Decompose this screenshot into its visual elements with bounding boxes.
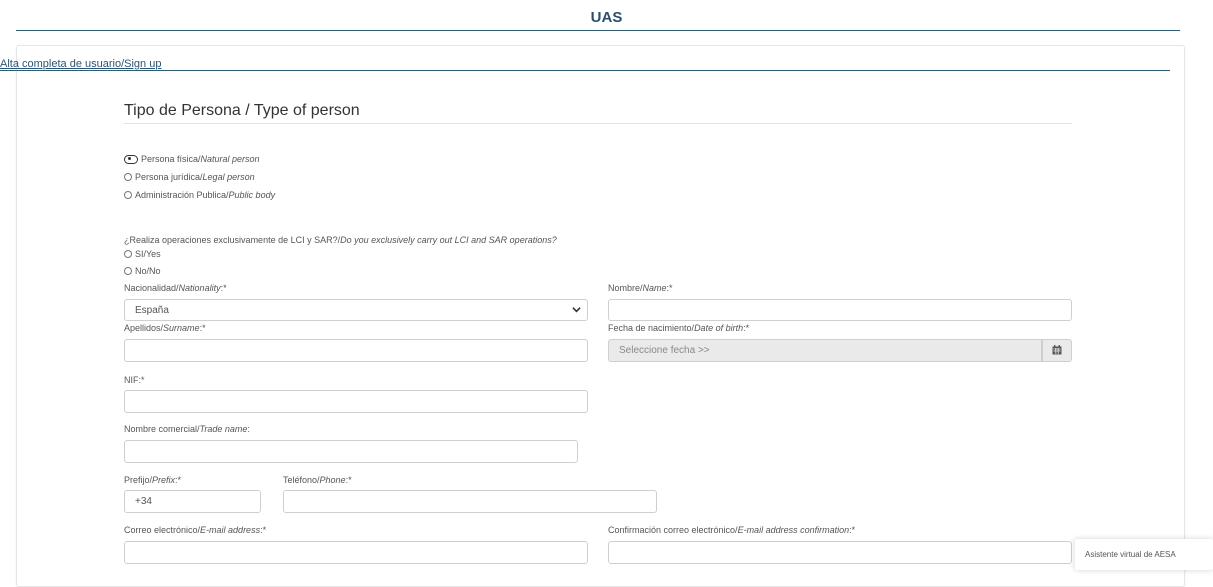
trade-name-field[interactable] bbox=[124, 440, 578, 463]
prefix-label: Prefijo/Prefix:* bbox=[124, 475, 182, 485]
email-field[interactable] bbox=[124, 541, 588, 564]
radio-public-body[interactable]: Administración Publica/Public body bbox=[124, 190, 275, 200]
radio-label-en: Legal person bbox=[202, 172, 255, 182]
radio-legal-person[interactable]: Persona jurídica/Legal person bbox=[124, 172, 255, 182]
radio-icon bbox=[124, 267, 132, 275]
calendar-icon bbox=[1052, 342, 1062, 360]
section-title: Tipo de Persona / Type of person bbox=[124, 102, 360, 119]
radio-icon bbox=[124, 250, 132, 258]
radio-label: SI/Yes bbox=[135, 249, 161, 259]
radio-icon bbox=[124, 173, 132, 181]
radio-label-en: Public body bbox=[228, 190, 276, 200]
radio-lci-yes[interactable]: SI/Yes bbox=[124, 249, 161, 259]
radio-label: Persona jurídica/ bbox=[135, 172, 203, 182]
birth-date-field[interactable]: Seleccione fecha >> bbox=[608, 339, 1042, 362]
email-label: Correo electrónico/E-mail address:* bbox=[124, 525, 267, 535]
app-title: UAS bbox=[590, 9, 623, 26]
nif-field[interactable] bbox=[124, 390, 588, 413]
phone-label: Teléfono/Phone:* bbox=[283, 475, 352, 485]
nationality-value: España bbox=[135, 304, 169, 316]
radio-natural-person[interactable]: Persona física/Natural person bbox=[124, 154, 260, 164]
surname-field[interactable] bbox=[124, 339, 588, 362]
radio-label: No/No bbox=[135, 266, 161, 276]
trade-name-label: Nombre comercial/Trade name: bbox=[124, 424, 250, 434]
breadcrumb-divider bbox=[0, 70, 1170, 71]
radio-selected-icon bbox=[124, 154, 138, 164]
radio-label-en: Natural person bbox=[200, 154, 260, 164]
prefix-field[interactable]: +34 bbox=[124, 490, 261, 513]
breadcrumb-link[interactable]: Alta completa de usuario/Sign up bbox=[0, 58, 161, 70]
nif-label: NIF:* bbox=[124, 375, 145, 385]
radio-label: Administración Publica/ bbox=[135, 190, 229, 200]
email-confirm-field[interactable] bbox=[608, 541, 1072, 564]
radio-lci-no[interactable]: No/No bbox=[124, 266, 161, 276]
nationality-label: Nacionalidad/Nationality:* bbox=[124, 283, 227, 293]
surname-label: Apellidos/Surname:* bbox=[124, 323, 206, 333]
email-confirm-label: Confirmación correo electrónico/E-mail a… bbox=[608, 525, 856, 535]
lci-sar-question: ¿Realiza operaciones exclusivamente de L… bbox=[124, 235, 557, 245]
phone-field[interactable] bbox=[283, 490, 657, 513]
nationality-select[interactable]: España bbox=[124, 299, 588, 321]
section-divider bbox=[124, 123, 1072, 124]
birth-date-label: Fecha de nacimiento/Date of birth:* bbox=[608, 323, 750, 333]
chevron-down-icon bbox=[572, 305, 581, 316]
calendar-button[interactable] bbox=[1042, 339, 1072, 362]
header-divider bbox=[16, 30, 1180, 31]
virtual-assistant-button[interactable]: Asistente virtual de AESA bbox=[1075, 539, 1213, 570]
radio-icon bbox=[124, 191, 132, 199]
radio-label: Persona física/ bbox=[141, 154, 201, 164]
name-label: Nombre/Name:* bbox=[608, 283, 673, 293]
name-field[interactable] bbox=[608, 299, 1072, 321]
